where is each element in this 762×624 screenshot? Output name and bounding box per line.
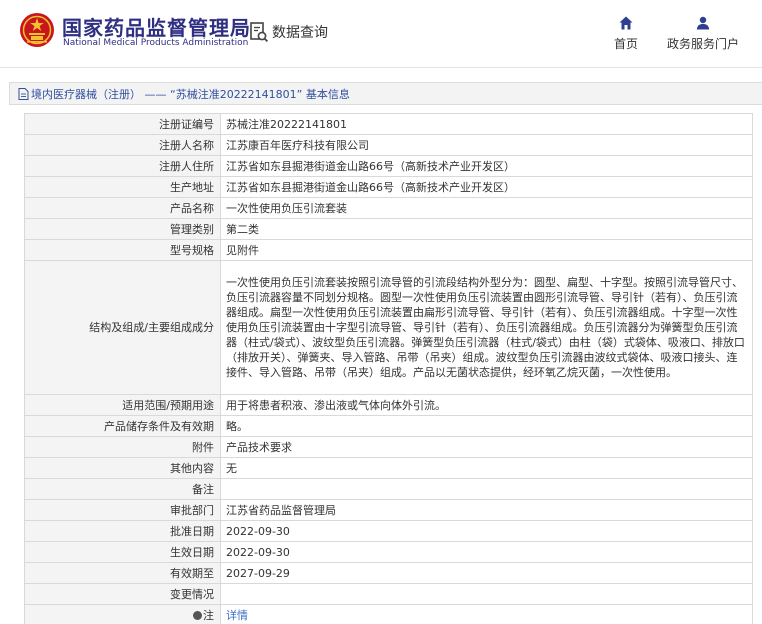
row-value: 苏械注准20222141801 (220, 113, 753, 135)
table-row: 产品储存条件及有效期 略。 (24, 415, 753, 437)
row-label: 有效期至 (24, 562, 221, 584)
row-value: 江苏康百年医疗科技有限公司 (220, 134, 753, 156)
row-label: 产品储存条件及有效期 (24, 415, 221, 437)
row-value: 详情 (220, 604, 753, 624)
row-label: 产品名称 (24, 197, 221, 219)
data-query-link[interactable]: 数据查询 (249, 20, 328, 44)
row-label: 批准日期 (24, 520, 221, 542)
site-header: 国家药品监督管理局 National Medical Products Admi… (0, 0, 762, 68)
nav-service-label: 政务服务门户 (666, 37, 739, 51)
table-row: 生产地址 江苏省如东县掘港街道金山路66号（高新技术产业开发区） (24, 176, 753, 198)
row-value: 一次性使用负压引流套装按照引流导管的引流段结构外型分为：圆型、扁型、十字型。按照… (220, 260, 753, 395)
table-row: 有效期至 2027-09-29 (24, 562, 753, 584)
note-icon (193, 610, 202, 620)
nav-service-portal[interactable]: 政务服务门户 (660, 16, 746, 52)
table-row: 适用范围/预期用途 用于将患者积液、渗出液或气体向体外引流。 (24, 394, 753, 416)
table-row: 注册人住所 江苏省如东县掘港街道金山路66号（高新技术产业开发区） (24, 155, 753, 177)
row-value: 产品技术要求 (220, 436, 753, 458)
table-row: 注册人名称 江苏康百年医疗科技有限公司 (24, 134, 753, 156)
row-label: 型号规格 (24, 239, 221, 261)
table-row: 管理类别 第二类 (24, 218, 753, 240)
row-label: 注册人名称 (24, 134, 221, 156)
row-value: 2022-09-30 (220, 541, 753, 563)
breadcrumb: 境内医疗器械（注册） —— “苏械注准20222141801” 基本信息 (9, 82, 762, 105)
user-icon (696, 16, 710, 30)
row-label: 备注 (24, 478, 221, 500)
registration-detail-table: 注册证编号 苏械注准20222141801 注册人名称 江苏康百年医疗科技有限公… (24, 113, 753, 624)
row-value: 江苏省如东县掘港街道金山路66号（高新技术产业开发区） (220, 155, 753, 177)
table-row: 型号规格 见附件 (24, 239, 753, 261)
row-value (220, 478, 753, 500)
row-value: 见附件 (220, 239, 753, 261)
row-label: 注 (203, 608, 214, 622)
row-value: 江苏省如东县掘港街道金山路66号（高新技术产业开发区） (220, 176, 753, 198)
row-label: 审批部门 (24, 499, 221, 521)
row-label: 适用范围/预期用途 (24, 394, 221, 416)
site-title[interactable]: 国家药品监督管理局 (62, 12, 251, 41)
details-link[interactable]: 详情 (226, 609, 248, 622)
data-search-icon (250, 22, 269, 43)
row-value: 略。 (220, 415, 753, 437)
table-row: 产品名称 一次性使用负压引流套装 (24, 197, 753, 219)
row-label: 变更情况 (24, 583, 221, 605)
breadcrumb-text: 境内医疗器械（注册） —— “苏械注准20222141801” 基本信息 (31, 87, 350, 101)
row-label: 管理类别 (24, 218, 221, 240)
row-label: 生产地址 (24, 176, 221, 198)
document-icon (18, 87, 29, 100)
home-icon (619, 16, 633, 30)
row-value (220, 583, 753, 605)
row-label: 结构及组成/主要组成成分 (24, 260, 221, 395)
note-label-cell: 注 (24, 604, 221, 624)
row-label: 附件 (24, 436, 221, 458)
table-row: 附件 产品技术要求 (24, 436, 753, 458)
row-label: 其他内容 (24, 457, 221, 479)
table-row: 注 详情 (24, 604, 753, 624)
table-row: 生效日期 2022-09-30 (24, 541, 753, 563)
nav-home-label: 首页 (613, 37, 638, 51)
site-title-en: National Medical Products Administration (63, 38, 249, 48)
row-value: 用于将患者积液、渗出液或气体向体外引流。 (220, 394, 753, 416)
nav-home[interactable]: 首页 (606, 16, 646, 52)
row-label: 注册人住所 (24, 155, 221, 177)
table-row: 注册证编号 苏械注准20222141801 (24, 113, 753, 135)
table-row: 备注 (24, 478, 753, 500)
table-row: 变更情况 (24, 583, 753, 605)
row-value: 2022-09-30 (220, 520, 753, 542)
table-row: 审批部门 江苏省药品监督管理局 (24, 499, 753, 521)
row-label: 注册证编号 (24, 113, 221, 135)
row-value: 第二类 (220, 218, 753, 240)
row-value: 无 (220, 457, 753, 479)
table-row: 批准日期 2022-09-30 (24, 520, 753, 542)
table-row: 其他内容 无 (24, 457, 753, 479)
row-value: 2027-09-29 (220, 562, 753, 584)
row-value: 江苏省药品监督管理局 (220, 499, 753, 521)
table-row: 结构及组成/主要组成成分 一次性使用负压引流套装按照引流导管的引流段结构外型分为… (24, 260, 753, 395)
row-value: 一次性使用负压引流套装 (220, 197, 753, 219)
row-label: 生效日期 (24, 541, 221, 563)
data-query-label: 数据查询 (272, 25, 328, 41)
national-emblem-icon (20, 13, 54, 47)
